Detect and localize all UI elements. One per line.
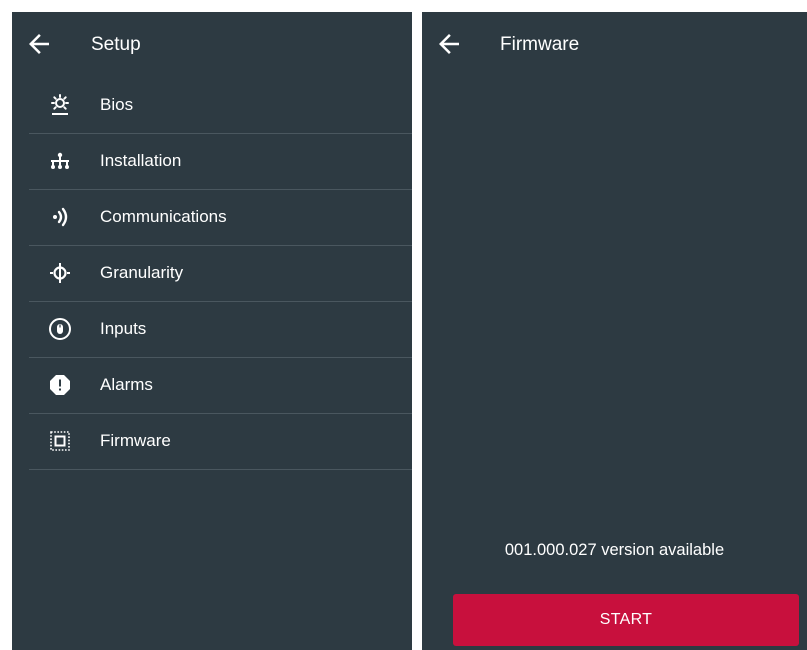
arrow-left-icon [434, 29, 464, 59]
menu-item-label: Alarms [100, 375, 153, 394]
version-available-text: 001.000.027 version available [504, 541, 725, 559]
menu-item-label: Firmware [100, 431, 171, 450]
menu-item-label: Granularity [100, 263, 184, 282]
page-title: Firmware [500, 34, 580, 55]
menu-item-label: Installation [100, 151, 182, 170]
menu-item-label: Communications [100, 207, 227, 226]
page-title: Setup [91, 34, 141, 55]
menu-item-label: Inputs [100, 319, 147, 338]
chip-icon [48, 429, 72, 453]
setup-toolbar: Setup [12, 12, 412, 78]
firmware-screen: Firmware 001.000.027 version available S… [422, 12, 807, 650]
back-button[interactable] [24, 29, 54, 59]
mouse-circle-icon [48, 317, 72, 341]
back-button[interactable] [434, 29, 464, 59]
firmware-toolbar: Firmware [422, 12, 807, 78]
menu-item-installation[interactable]: Installation [29, 134, 412, 190]
menu-item-label: Bios [100, 95, 134, 114]
menu-item-bios[interactable]: Bios [29, 78, 412, 134]
menu-item-granularity[interactable]: Granularity [29, 246, 412, 302]
phi-target-icon [48, 261, 72, 285]
menu-item-firmware[interactable]: Firmware [29, 414, 412, 470]
signal-waves-icon [48, 205, 72, 229]
arrow-left-icon [24, 29, 54, 59]
network-tree-icon [48, 149, 72, 173]
setup-screen: Setup Bios Installation Communications G… [12, 12, 412, 650]
brightness-icon [48, 93, 72, 117]
start-button[interactable]: START [453, 594, 799, 646]
menu-item-communications[interactable]: Communications [29, 190, 412, 246]
menu-item-alarms[interactable]: Alarms [29, 358, 412, 414]
menu-item-inputs[interactable]: Inputs [29, 302, 412, 358]
setup-menu: Bios Installation Communications Granula… [29, 78, 412, 470]
alert-octagon-icon [48, 373, 72, 397]
